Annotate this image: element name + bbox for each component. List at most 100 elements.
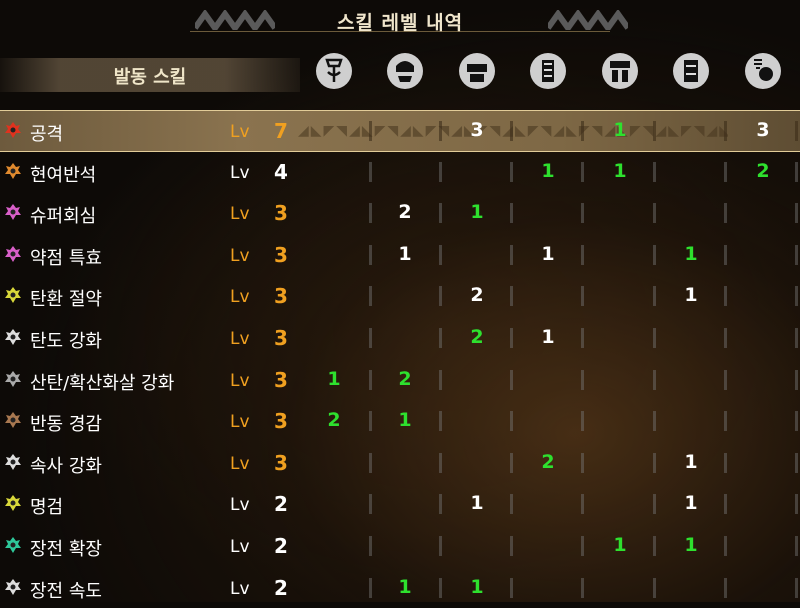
- column-separator: [581, 494, 584, 515]
- column-separator: [369, 244, 372, 265]
- equipment-skill-points: 1: [541, 159, 555, 182]
- skill-emblem-icon: [5, 578, 21, 595]
- column-separator: [653, 244, 656, 265]
- column-separator: [724, 577, 727, 598]
- column-separator: [653, 577, 656, 598]
- column-separator: [369, 121, 372, 141]
- column-separator: [369, 161, 372, 182]
- skill-level: 3: [274, 326, 288, 350]
- level-prefix: Lv: [230, 578, 250, 599]
- column-separator: [510, 161, 513, 182]
- skill-name: 반동 경감: [30, 414, 102, 436]
- column-separator: [724, 494, 727, 515]
- level-prefix: Lv: [230, 537, 250, 557]
- column-separator: [439, 369, 442, 390]
- column-separator: [439, 286, 442, 307]
- skill-row[interactable]: 탄도 강화 Lv 3 2 1: [0, 318, 800, 358]
- arm-armor-icon: [529, 52, 567, 90]
- column-separator: [439, 411, 442, 432]
- skill-level: 2: [274, 575, 288, 600]
- column-separator: [510, 577, 513, 598]
- waist-armor-icon: [601, 52, 639, 90]
- equipment-skill-points: 1: [684, 450, 698, 473]
- level-prefix: Lv: [230, 122, 250, 142]
- column-separator: [724, 452, 727, 473]
- skill-level: 3: [274, 284, 288, 309]
- column-separator: [510, 328, 513, 348]
- equipment-skill-points: 1: [684, 242, 698, 265]
- column-separator: [439, 452, 442, 473]
- column-separator: [724, 121, 727, 141]
- charm-icon: [744, 52, 782, 90]
- equipment-skill-points: 1: [470, 492, 484, 515]
- column-separator: [795, 369, 798, 390]
- column-separator: [369, 452, 372, 473]
- column-separator: [724, 369, 727, 390]
- equipment-skill-points: 1: [327, 367, 341, 390]
- level-prefix: Lv: [230, 412, 250, 433]
- column-separator: [653, 161, 656, 182]
- chest-armor-icon: [458, 52, 496, 90]
- column-separator: [369, 577, 372, 598]
- equipment-skill-points: 2: [470, 284, 484, 307]
- level-prefix: Lv: [230, 453, 250, 474]
- skill-name: 탄도 강화: [30, 331, 102, 352]
- skill-row[interactable]: 장전 확장 Lv 2 1 1: [0, 526, 800, 566]
- skill-level: 4: [274, 159, 288, 184]
- column-separator: [724, 161, 727, 182]
- column-separator: [724, 536, 727, 556]
- equipment-skill-points: 1: [684, 284, 698, 307]
- column-separator: [510, 411, 513, 432]
- equipment-skill-points: 2: [756, 159, 770, 182]
- skill-level: 2: [274, 534, 288, 558]
- skill-row-selected[interactable]: ◢◣◤◥◢◣◤◥◢◣◤◥◢◣◤◥◢◣◤◥◢◣◤◥◢◣◤◥◢◣◤◥◢◣◤◥ 공격 Lv…: [0, 110, 800, 152]
- column-separator: [510, 121, 513, 141]
- skill-emblem-icon: [5, 122, 21, 138]
- column-separator: [795, 494, 798, 515]
- column-separator: [510, 494, 513, 515]
- column-separator: [369, 286, 372, 307]
- skill-row[interactable]: 명검 Lv 2 1 1: [0, 484, 800, 524]
- column-separator: [369, 536, 372, 556]
- column-separator: [653, 121, 656, 141]
- skill-name: 장전 속도: [30, 580, 102, 602]
- column-separator: [653, 369, 656, 390]
- skill-row[interactable]: 반동 경감 Lv 3 2 1: [0, 401, 800, 441]
- column-separator: [795, 328, 798, 348]
- column-separator: [439, 161, 442, 182]
- equipment-skill-points: 1: [613, 534, 627, 556]
- column-separator: [581, 369, 584, 390]
- page-title: 스킬 레벨 내역: [336, 12, 464, 34]
- level-prefix: Lv: [230, 370, 250, 391]
- weapon-icon: [315, 52, 353, 90]
- column-separator: [369, 203, 372, 224]
- skill-row[interactable]: 슈퍼회심 Lv 3 2 1: [0, 193, 800, 233]
- skill-name: 슈퍼회심: [30, 206, 97, 228]
- column-separator: [581, 161, 584, 182]
- level-prefix: Lv: [230, 287, 250, 308]
- skill-row[interactable]: 현여반석 Lv 4 1 1 2: [0, 152, 800, 192]
- skill-row[interactable]: 약점 특효 Lv 3 1 1 1: [0, 235, 800, 275]
- column-separator: [510, 369, 513, 390]
- column-separator: [439, 203, 442, 224]
- skill-emblem-icon: [5, 329, 21, 345]
- skill-row[interactable]: 산탄/확산화살 강화 Lv 3 1 2: [0, 360, 800, 400]
- column-separator: [795, 411, 798, 432]
- skill-emblem-icon: [5, 412, 21, 429]
- column-separator: [581, 577, 584, 598]
- column-separator: [795, 203, 798, 224]
- skill-level: 3: [274, 367, 288, 392]
- skill-row[interactable]: 속사 강화 Lv 3 2 1: [0, 443, 800, 483]
- skill-emblem-icon: [5, 495, 21, 512]
- skill-name: 공격: [30, 124, 64, 145]
- active-skill-header-label: 발동 스킬: [113, 67, 187, 88]
- column-separator: [724, 244, 727, 265]
- skill-level: 2: [274, 492, 288, 517]
- column-separator: [724, 328, 727, 348]
- equipment-skill-points: 2: [398, 367, 412, 390]
- leg-armor-icon: [672, 52, 710, 90]
- equipment-skill-points: 2: [541, 450, 555, 473]
- skill-emblem-icon: [5, 204, 21, 221]
- column-separator: [510, 203, 513, 224]
- skill-row[interactable]: 탄환 절약 Lv 3 2 1: [0, 276, 800, 316]
